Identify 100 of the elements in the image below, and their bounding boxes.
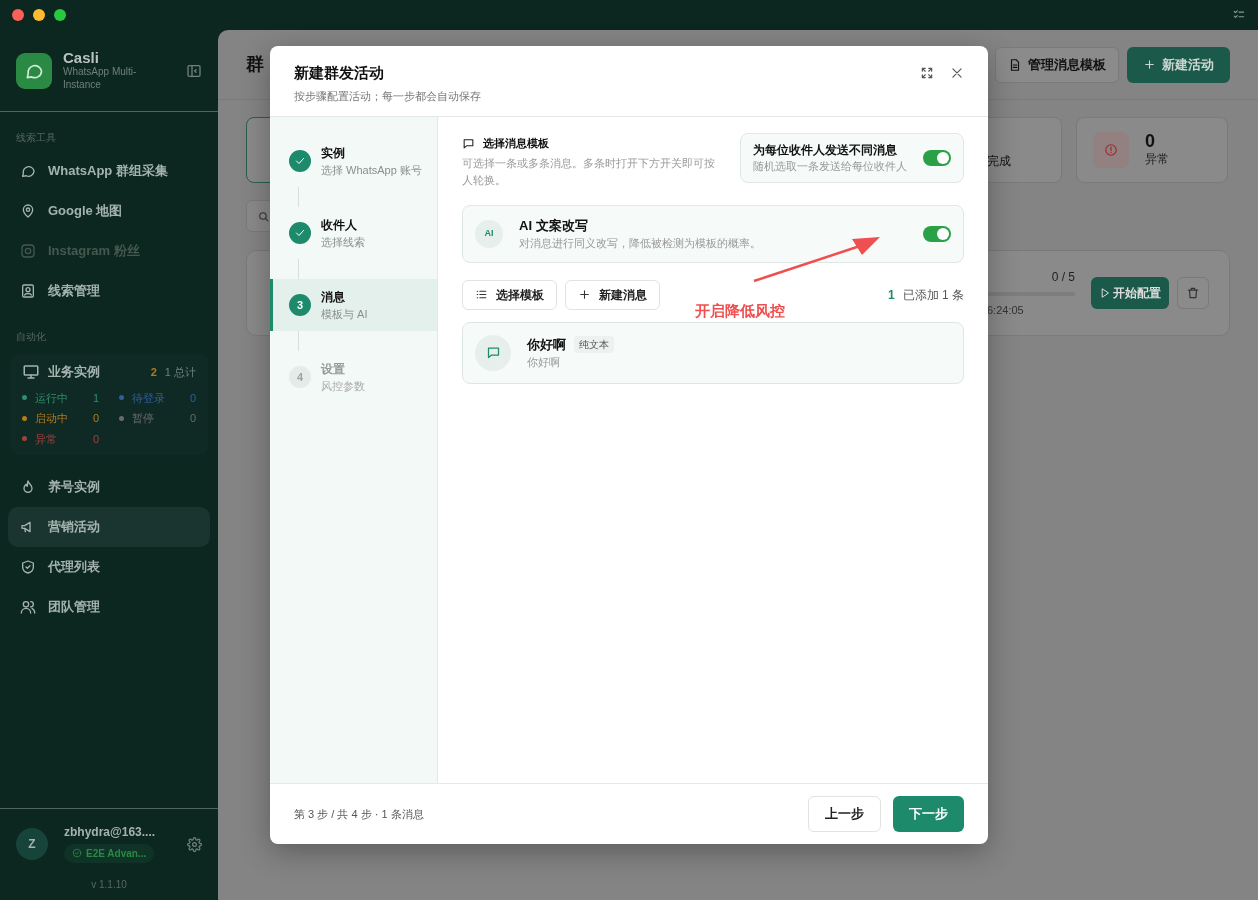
trash-icon xyxy=(1186,286,1200,300)
progress-text: 0 / 5 xyxy=(1050,268,1075,286)
app-name: Casli xyxy=(63,49,100,67)
sidebar-item[interactable]: WhatsApp 群组采集 xyxy=(8,151,210,191)
sidebar-item[interactable]: 线索管理 xyxy=(8,271,210,311)
step-title: 实例 xyxy=(321,144,346,162)
status-count: 0 xyxy=(189,411,196,426)
total-count: 1 总计 xyxy=(164,364,196,380)
stat-label: 异常 xyxy=(1145,151,1169,168)
sidebar-toggle-icon[interactable] xyxy=(186,62,202,79)
step-title: 设置 xyxy=(321,360,346,378)
settings-icon[interactable] xyxy=(187,836,202,852)
delete-button[interactable] xyxy=(1177,277,1209,309)
step-summary: 第 3 步 / 共 4 步 · 1 条消息 xyxy=(294,806,425,822)
plan-name: E2E Advan... xyxy=(86,846,147,861)
sidebar-item[interactable]: 团队管理 xyxy=(8,587,210,627)
instances-panel[interactable]: 业务实例 2 1 总计 运行中 1 待登录 0 启动中 0 暂停 0 异常 0 xyxy=(10,354,208,455)
next-button[interactable]: 下一步 xyxy=(893,796,964,832)
step-subtitle: 选择线索 xyxy=(321,234,365,250)
ai-title: AI 文案改写 xyxy=(519,216,589,235)
pin-icon xyxy=(20,203,36,219)
status-label: 待登录 xyxy=(132,390,166,406)
chat-icon xyxy=(462,136,475,150)
toggle-switch[interactable] xyxy=(923,149,951,166)
status-label: 暂停 xyxy=(132,411,155,426)
message-preview: 你好啊 xyxy=(527,355,561,371)
status-count: 0 xyxy=(92,431,99,447)
new-campaign-button[interactable]: 新建活动 xyxy=(1127,46,1230,83)
start-button[interactable]: 开始配置 xyxy=(1091,277,1169,309)
close-icon[interactable] xyxy=(950,66,964,80)
page-title: 群 xyxy=(246,53,264,76)
window-control-button[interactable] xyxy=(12,9,24,21)
manage-templates-button[interactable]: 管理消息模板 xyxy=(995,46,1119,83)
step-number: 4 xyxy=(289,366,311,388)
alert-icon xyxy=(1104,143,1118,157)
sidebar-item[interactable]: 养号实例 xyxy=(8,467,210,507)
section-title: 选择消息模板 xyxy=(483,136,549,151)
ai-badge: AI xyxy=(475,219,503,248)
check-icon xyxy=(294,155,306,167)
camera-icon xyxy=(20,243,36,259)
contact-icon xyxy=(20,283,36,299)
chat-icon xyxy=(20,163,36,179)
step-subtitle: 选择 WhatsApp 账号 xyxy=(321,162,422,178)
step-subtitle: 模板与 AI xyxy=(321,306,368,322)
back-button[interactable]: 上一步 xyxy=(808,796,881,832)
status-count: 0 xyxy=(189,390,196,406)
search-icon xyxy=(257,209,270,223)
stat-label: 完成 xyxy=(987,154,1011,168)
sidebar-item[interactable]: 代理列表 xyxy=(8,547,210,587)
wizard-step[interactable]: 实例 选择 WhatsApp 账号 xyxy=(270,135,437,187)
sidebar-item[interactable]: 营销活动 xyxy=(8,507,210,547)
chat-icon xyxy=(485,345,501,361)
select-template-button[interactable]: 选择模板 xyxy=(462,279,557,310)
user-email: zbhydra@163.... xyxy=(64,824,157,841)
play-icon xyxy=(1099,287,1111,299)
expand-icon[interactable] xyxy=(920,66,934,80)
new-message-button[interactable]: 新建消息 xyxy=(565,279,660,310)
app-subtitle: WhatsApp Multi-Instance xyxy=(63,66,138,92)
status-label: 运行中 xyxy=(35,390,69,406)
window-control-button[interactable] xyxy=(54,9,66,21)
shield-icon xyxy=(20,559,36,575)
wizard-step[interactable]: 3 消息 模板与 AI xyxy=(270,279,437,331)
stat-value: 0 xyxy=(1145,132,1156,150)
users-icon xyxy=(20,599,36,615)
annotation-text: 开启降低风控 xyxy=(695,301,785,321)
monitor-icon xyxy=(22,362,40,381)
section-heading: 自动化 xyxy=(15,330,47,344)
created-time: 6:24:05 xyxy=(987,302,1025,318)
status-count: 0 xyxy=(92,411,99,426)
plus-icon xyxy=(1143,58,1156,71)
toggle-switch[interactable] xyxy=(923,225,951,242)
status-count: 1 xyxy=(92,390,99,406)
step-title: 消息 xyxy=(321,288,346,306)
step-title: 收件人 xyxy=(321,216,358,234)
document-icon xyxy=(1008,57,1022,72)
count-label: 2 xyxy=(150,364,157,380)
user-avatar: Z xyxy=(16,828,48,860)
plus-icon xyxy=(578,288,591,302)
message-tag: 纯文本 xyxy=(574,335,614,353)
step-number: 3 xyxy=(289,294,311,316)
added-count: 1 xyxy=(887,286,895,304)
check-circle-icon xyxy=(72,848,82,858)
status-label: 异常 xyxy=(35,431,58,447)
added-text: 已添加 1 条 xyxy=(902,286,964,304)
window-control-button[interactable] xyxy=(33,9,45,21)
wizard-step[interactable]: 收件人 选择线索 xyxy=(270,207,437,259)
option-title: 为每位收件人发送不同消息 xyxy=(753,142,898,159)
panel-title: 业务实例 xyxy=(48,363,101,381)
check-icon xyxy=(294,227,306,239)
version-label: v 1.1.10 xyxy=(90,878,128,892)
step-subtitle: 风控参数 xyxy=(321,378,365,394)
message-title: 你好啊 xyxy=(527,335,566,354)
flame-icon xyxy=(20,479,36,495)
option-description: 随机选取一条发送给每位收件人 xyxy=(753,159,907,174)
dialog-subtitle: 按步骤配置活动；每一步都会自动保存 xyxy=(294,88,482,104)
sidebar-item[interactable]: Google 地图 xyxy=(8,191,210,231)
section-description: 可选择一条或多条消息。多条时打开下方开关即可按人轮换。 xyxy=(462,155,716,188)
ai-description: 对消息进行同义改写，降低被检测为模板的概率。 xyxy=(519,236,762,252)
dialog-title: 新建群发活动 xyxy=(294,63,385,83)
status-label: 启动中 xyxy=(35,411,69,426)
